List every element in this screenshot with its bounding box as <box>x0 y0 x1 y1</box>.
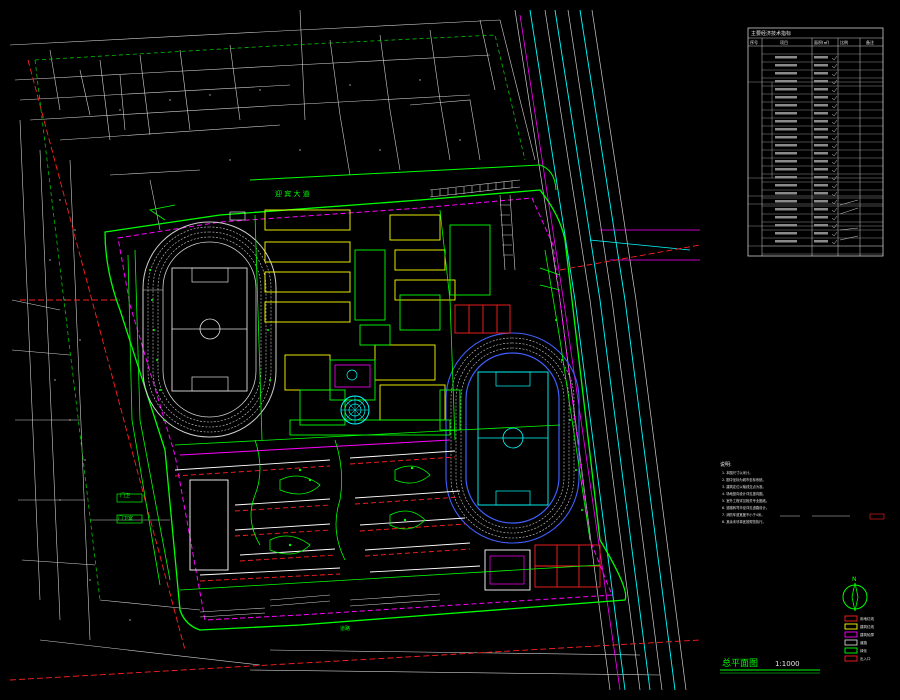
table-item-glyph <box>775 128 797 131</box>
table-item-glyph <box>775 120 797 123</box>
svg-text:门卫室: 门卫室 <box>118 515 133 522</box>
table-item-glyph <box>775 80 797 83</box>
svg-text:门卫: 门卫 <box>120 492 130 499</box>
table-column-header: 项目 <box>780 39 788 45</box>
table-column-header: 备注 <box>866 39 874 45</box>
table-value-glyph <box>814 240 828 243</box>
note-line: 8. 其余未尽事宜按规范执行。 <box>722 519 766 524</box>
table-item-glyph <box>775 72 797 75</box>
table-item-glyph <box>775 88 797 91</box>
table-item-glyph <box>775 56 797 59</box>
table-item-glyph <box>775 208 797 211</box>
table-value-glyph <box>814 168 828 171</box>
table-item-glyph <box>775 104 797 107</box>
table-value-glyph <box>814 96 828 99</box>
table-item-glyph <box>775 192 797 195</box>
note-line: 1. 本图尺寸以米计。 <box>722 470 753 475</box>
legend-label: 道路 <box>860 640 868 645</box>
table-item-glyph <box>775 224 797 227</box>
table-value-glyph <box>814 192 828 195</box>
legend-label: 建筑红线 <box>860 624 874 629</box>
canvas-background <box>0 0 900 700</box>
table-column-header: 面积(㎡) <box>814 39 830 45</box>
note-line: 7. 消防车道宽度不小于4米。 <box>722 512 765 517</box>
table-item-glyph <box>775 200 797 203</box>
drawing-canvas[interactable]: 门卫 门卫室 道路 迎 宾 大 道 主要经济技术指标 序号 项目 面积(㎡) 比例 备注… <box>0 0 900 700</box>
note-line: 2. 图中坐标为城市坐标系统。 <box>722 477 766 482</box>
table-item-glyph <box>775 176 797 179</box>
table-value-glyph <box>814 80 828 83</box>
table-value-glyph <box>814 216 828 219</box>
legend-label: 出入口 <box>860 656 871 661</box>
legend-label: 建筑轮廓 <box>860 632 874 637</box>
table-value-glyph <box>814 136 828 139</box>
svg-text:道路: 道路 <box>340 625 350 632</box>
table-value-glyph <box>814 232 828 235</box>
table-value-glyph <box>814 128 828 131</box>
table-value-glyph <box>814 64 828 67</box>
table-value-glyph <box>814 200 828 203</box>
table-item-glyph <box>775 240 797 243</box>
table-value-glyph <box>814 152 828 155</box>
note-line: 4. 场地竖向设计详见竖向图。 <box>722 491 766 496</box>
table-value-glyph <box>814 72 828 75</box>
table-item-glyph <box>775 144 797 147</box>
legend-label: 用地红线 <box>860 616 874 621</box>
legend-label: 绿化 <box>860 648 868 653</box>
table-value-glyph <box>814 184 828 187</box>
note-line: 3. 建筑定位以轴线交点为准。 <box>722 484 766 489</box>
table-value-glyph <box>814 144 828 147</box>
road-label: 迎 宾 大 道 <box>275 189 310 198</box>
table-item-glyph <box>775 96 797 99</box>
table-item-glyph <box>775 216 797 219</box>
table-item-glyph <box>775 152 797 155</box>
note-line: 6. 道路转弯半径详见道路设计。 <box>722 505 769 510</box>
table-value-glyph <box>814 88 828 91</box>
drawing-title: 总平面图 <box>722 657 758 669</box>
drawing-scale: 1:1000 <box>775 660 800 668</box>
table-value-glyph <box>814 208 828 211</box>
table-item-glyph <box>775 232 797 235</box>
cad-site-plan: 门卫 门卫室 道路 迎 宾 大 道 主要经济技术指标 序号 项目 面积(㎡) 比例 备注… <box>0 0 900 700</box>
table-value-glyph <box>814 104 828 107</box>
table-item-glyph <box>775 112 797 115</box>
table-item-glyph <box>775 184 797 187</box>
table-item-glyph <box>775 168 797 171</box>
table-title: 主要经济技术指标 <box>751 30 791 37</box>
table-item-glyph <box>775 136 797 139</box>
note-line: 5. 室外工程详见相关专业图纸。 <box>722 498 769 503</box>
north-label: N <box>852 576 857 583</box>
table-value-glyph <box>814 112 828 115</box>
table-value-glyph <box>814 176 828 179</box>
notes-heading: 说明: <box>720 461 732 468</box>
table-column-header: 比例 <box>840 39 848 45</box>
table-column-header: 序号 <box>750 39 758 45</box>
table-value-glyph <box>814 224 828 227</box>
table-value-glyph <box>814 56 828 59</box>
table-value-glyph <box>814 120 828 123</box>
table-item-glyph <box>775 160 797 163</box>
table-item-glyph <box>775 64 797 67</box>
table-value-glyph <box>814 160 828 163</box>
